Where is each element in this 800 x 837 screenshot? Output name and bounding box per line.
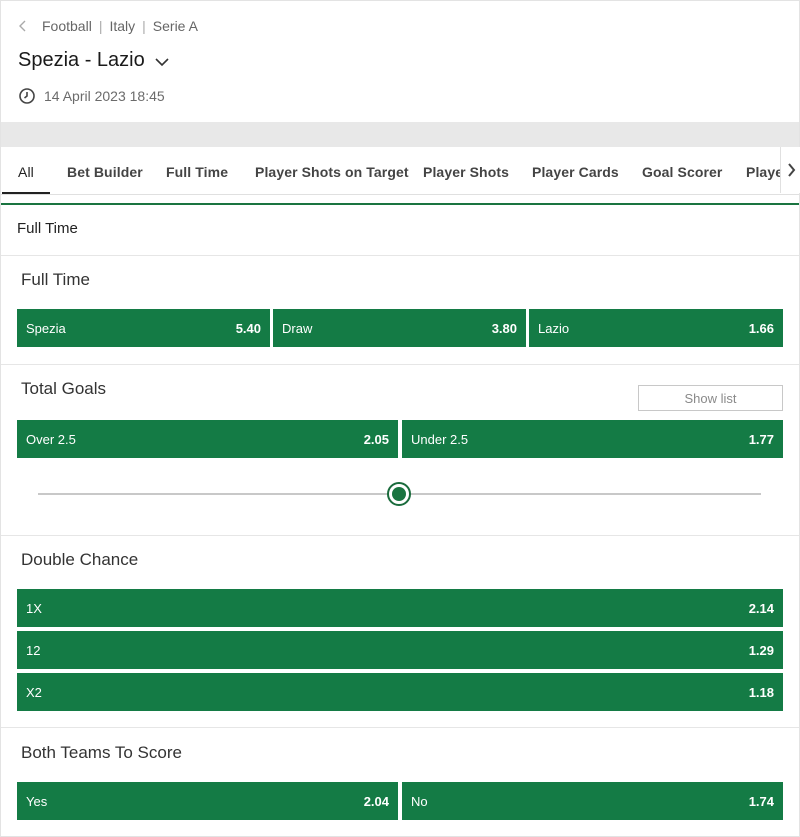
odds-button-under-2-5[interactable]: Under 2.5 1.77 [402, 420, 783, 458]
event-title: Spezia - Lazio [18, 49, 145, 71]
selection-odds: 1.77 [748, 431, 774, 447]
odds-button-no[interactable]: No 1.74 [402, 782, 783, 820]
tab-full-time[interactable]: Full Time [166, 147, 228, 195]
breadcrumb-italy[interactable]: Italy [109, 18, 135, 34]
selection-label: Under 2.5 [411, 431, 469, 447]
selection-odds: 1.29 [748, 642, 774, 658]
selection-odds: 1.74 [748, 793, 774, 809]
market-title-double-chance: Double Chance [21, 550, 139, 569]
odds-button-yes[interactable]: Yes 2.04 [17, 782, 398, 820]
tab-goal-scorer[interactable]: Goal Scorer [642, 147, 722, 195]
selection-odds: 5.40 [235, 320, 261, 336]
tab-player-shots-on-target[interactable]: Player Shots on Target [255, 147, 409, 195]
chevron-down-icon [155, 58, 169, 67]
market-tabs: All Bet Builder Full Time Player Shots o… [1, 147, 781, 195]
tab-player-cards[interactable]: Player Cards [532, 147, 619, 195]
show-list-button[interactable]: Show list [638, 385, 783, 411]
selection-odds: 2.14 [748, 600, 774, 616]
event-datetime-row: 14 April 2023 18:45 [18, 87, 165, 105]
selection-label: Draw [282, 320, 313, 336]
odds-button-12[interactable]: 12 1.29 [17, 631, 783, 669]
chevron-left-icon[interactable] [18, 18, 28, 34]
breadcrumb: Football | Italy | Serie A [18, 17, 198, 35]
tab-player[interactable]: Player [746, 147, 781, 195]
selection-label: Spezia [26, 320, 66, 336]
odds-button-1x[interactable]: 1X 2.14 [17, 589, 783, 627]
section-divider [1, 535, 799, 536]
odds-button-draw[interactable]: Draw 3.80 [273, 309, 526, 347]
breadcrumb-separator: | [142, 18, 146, 34]
market-title-total-goals: Total Goals [21, 379, 107, 398]
goal-line-slider-thumb[interactable] [387, 482, 411, 506]
section-divider [1, 255, 799, 256]
market-title-both-teams-to-score: Both Teams To Score [21, 743, 182, 762]
event-datetime: 14 April 2023 18:45 [44, 88, 165, 104]
odds-button-over-2-5[interactable]: Over 2.5 2.05 [17, 420, 398, 458]
header-separator-band [1, 122, 799, 147]
tab-bet-builder[interactable]: Bet Builder [67, 147, 143, 195]
breadcrumb-serie-a[interactable]: Serie A [153, 18, 198, 34]
chevron-right-icon [787, 163, 795, 177]
selection-odds: 1.18 [748, 684, 774, 700]
breadcrumb-football[interactable]: Football [42, 18, 92, 34]
event-title-dropdown[interactable]: Spezia - Lazio [18, 49, 170, 72]
section-divider [1, 364, 799, 365]
accent-line [1, 203, 799, 205]
market-group-title[interactable]: Full Time [17, 220, 78, 237]
selection-label: X2 [26, 684, 42, 700]
section-divider [1, 727, 799, 728]
selection-odds: 3.80 [491, 320, 517, 336]
selection-label: 1X [26, 600, 42, 616]
selection-odds: 2.05 [363, 431, 389, 447]
odds-button-spezia[interactable]: Spezia 5.40 [17, 309, 270, 347]
breadcrumb-separator: | [98, 18, 103, 34]
tabs-divider [1, 194, 799, 195]
tab-all[interactable]: All [2, 147, 50, 195]
selection-label: No [411, 793, 428, 809]
selection-label: Over 2.5 [26, 431, 76, 447]
odds-button-lazio[interactable]: Lazio 1.66 [529, 309, 783, 347]
tabs-scroll-right-button[interactable] [780, 147, 800, 193]
selection-odds: 1.66 [748, 320, 774, 336]
selection-label: Yes [26, 793, 48, 809]
clock-icon [19, 88, 35, 104]
tab-player-shots[interactable]: Player Shots [423, 147, 509, 195]
selection-odds: 2.04 [363, 793, 389, 809]
selection-label: 12 [26, 642, 41, 658]
market-title-full-time: Full Time [21, 270, 90, 289]
selection-label: Lazio [538, 320, 570, 336]
odds-button-x2[interactable]: X2 1.18 [17, 673, 783, 711]
